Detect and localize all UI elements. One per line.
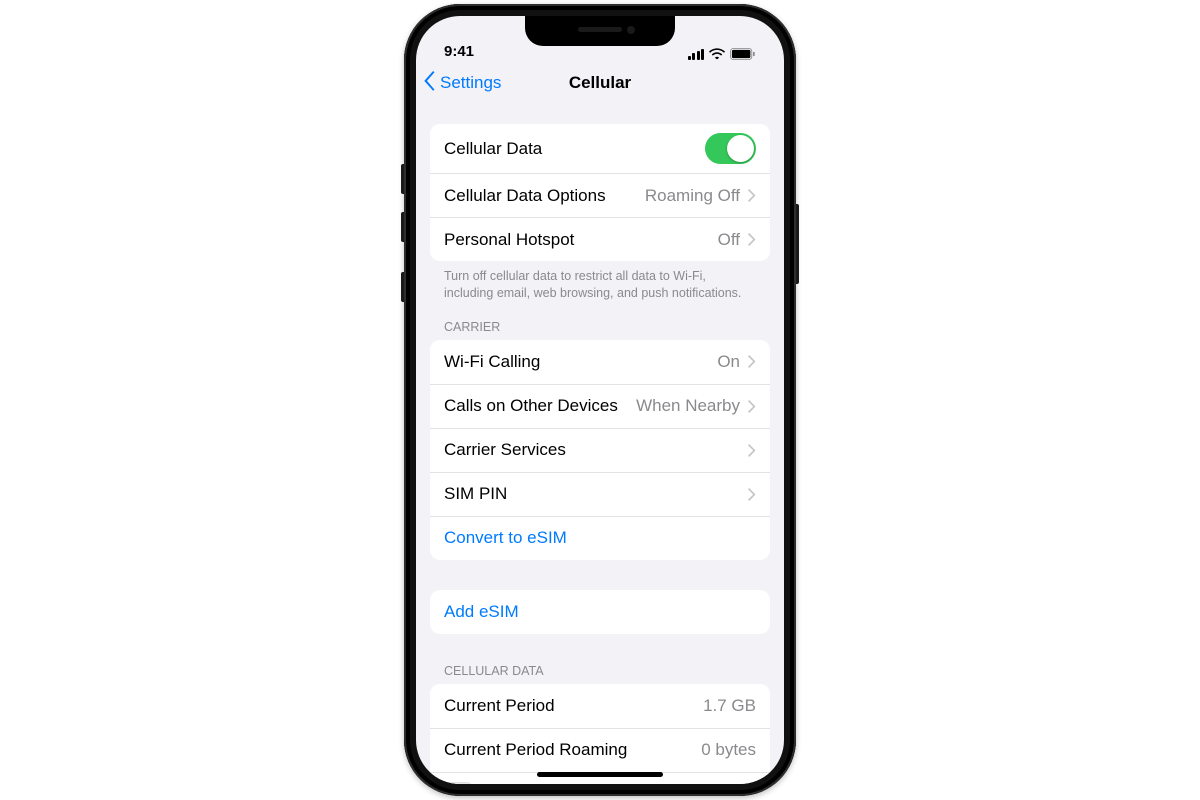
current-period-value: 1.7 GB <box>703 696 756 716</box>
calls-other-devices-row[interactable]: Calls on Other Devices When Nearby <box>430 384 770 428</box>
chevron-right-icon <box>748 355 756 368</box>
cellular-footer: Turn off cellular data to restrict all d… <box>430 261 770 302</box>
sim-pin-label: SIM PIN <box>444 484 748 504</box>
convert-esim-label: Convert to eSIM <box>444 528 756 548</box>
gear-icon <box>444 782 473 784</box>
status-indicators <box>688 48 757 60</box>
cellular-data-label: Cellular Data <box>444 139 705 159</box>
cellular-data-toggle[interactable] <box>705 133 756 164</box>
cellular-data-row[interactable]: Cellular Data <box>430 124 770 173</box>
nav-bar: Settings Cellular <box>416 62 784 104</box>
add-esim-row[interactable]: Add eSIM <box>430 590 770 634</box>
status-time: 9:41 <box>444 43 474 60</box>
current-period-label: Current Period <box>444 696 703 716</box>
personal-hotspot-label: Personal Hotspot <box>444 230 718 250</box>
cellular-data-options-label: Cellular Data Options <box>444 186 645 206</box>
chevron-right-icon <box>748 189 756 202</box>
page-title: Cellular <box>569 73 631 93</box>
cellular-data-options-row[interactable]: Cellular Data Options Roaming Off <box>430 173 770 217</box>
chevron-right-icon <box>748 488 756 501</box>
carrier-header: Carrier <box>430 302 770 340</box>
chevron-right-icon <box>748 444 756 457</box>
battery-icon <box>730 48 756 60</box>
chevron-right-icon <box>748 400 756 413</box>
data-usage-group: Current Period 1.7 GB Current Period Roa… <box>430 684 770 784</box>
wifi-calling-row[interactable]: Wi-Fi Calling On <box>430 340 770 384</box>
convert-esim-row[interactable]: Convert to eSIM <box>430 516 770 560</box>
personal-hotspot-value: Off <box>718 230 740 250</box>
settings-content[interactable]: Cellular Data Cellular Data Options Roam… <box>416 104 784 784</box>
chevron-right-icon <box>748 233 756 246</box>
wifi-calling-label: Wi-Fi Calling <box>444 352 717 372</box>
cellular-signal-icon <box>688 49 705 60</box>
current-period-roaming-label: Current Period Roaming <box>444 740 701 760</box>
cellular-data-header: Cellular Data <box>430 634 770 684</box>
back-button[interactable]: Settings <box>424 62 501 104</box>
sim-pin-row[interactable]: SIM PIN <box>430 472 770 516</box>
cellular-data-options-value: Roaming Off <box>645 186 740 206</box>
home-indicator[interactable] <box>537 772 663 777</box>
personal-hotspot-row[interactable]: Personal Hotspot Off <box>430 217 770 261</box>
add-esim-group: Add eSIM <box>430 590 770 634</box>
wifi-calling-value: On <box>717 352 740 372</box>
calls-other-devices-label: Calls on Other Devices <box>444 396 636 416</box>
carrier-services-label: Carrier Services <box>444 440 748 460</box>
current-period-roaming-value: 0 bytes <box>701 740 756 760</box>
current-period-roaming-row: Current Period Roaming 0 bytes <box>430 728 770 772</box>
calls-other-devices-value: When Nearby <box>636 396 740 416</box>
wifi-icon <box>709 48 725 60</box>
cellular-main-group: Cellular Data Cellular Data Options Roam… <box>430 124 770 261</box>
phone-device-frame: 9:41 <box>404 4 796 796</box>
device-notch <box>525 16 675 46</box>
carrier-group: Wi-Fi Calling On Calls on Other Devices … <box>430 340 770 560</box>
current-period-row: Current Period 1.7 GB <box>430 684 770 728</box>
phone-screen: 9:41 <box>416 16 784 784</box>
chevron-left-icon <box>424 71 436 96</box>
carrier-services-row[interactable]: Carrier Services <box>430 428 770 472</box>
back-label: Settings <box>440 73 501 93</box>
add-esim-label: Add eSIM <box>444 602 756 622</box>
